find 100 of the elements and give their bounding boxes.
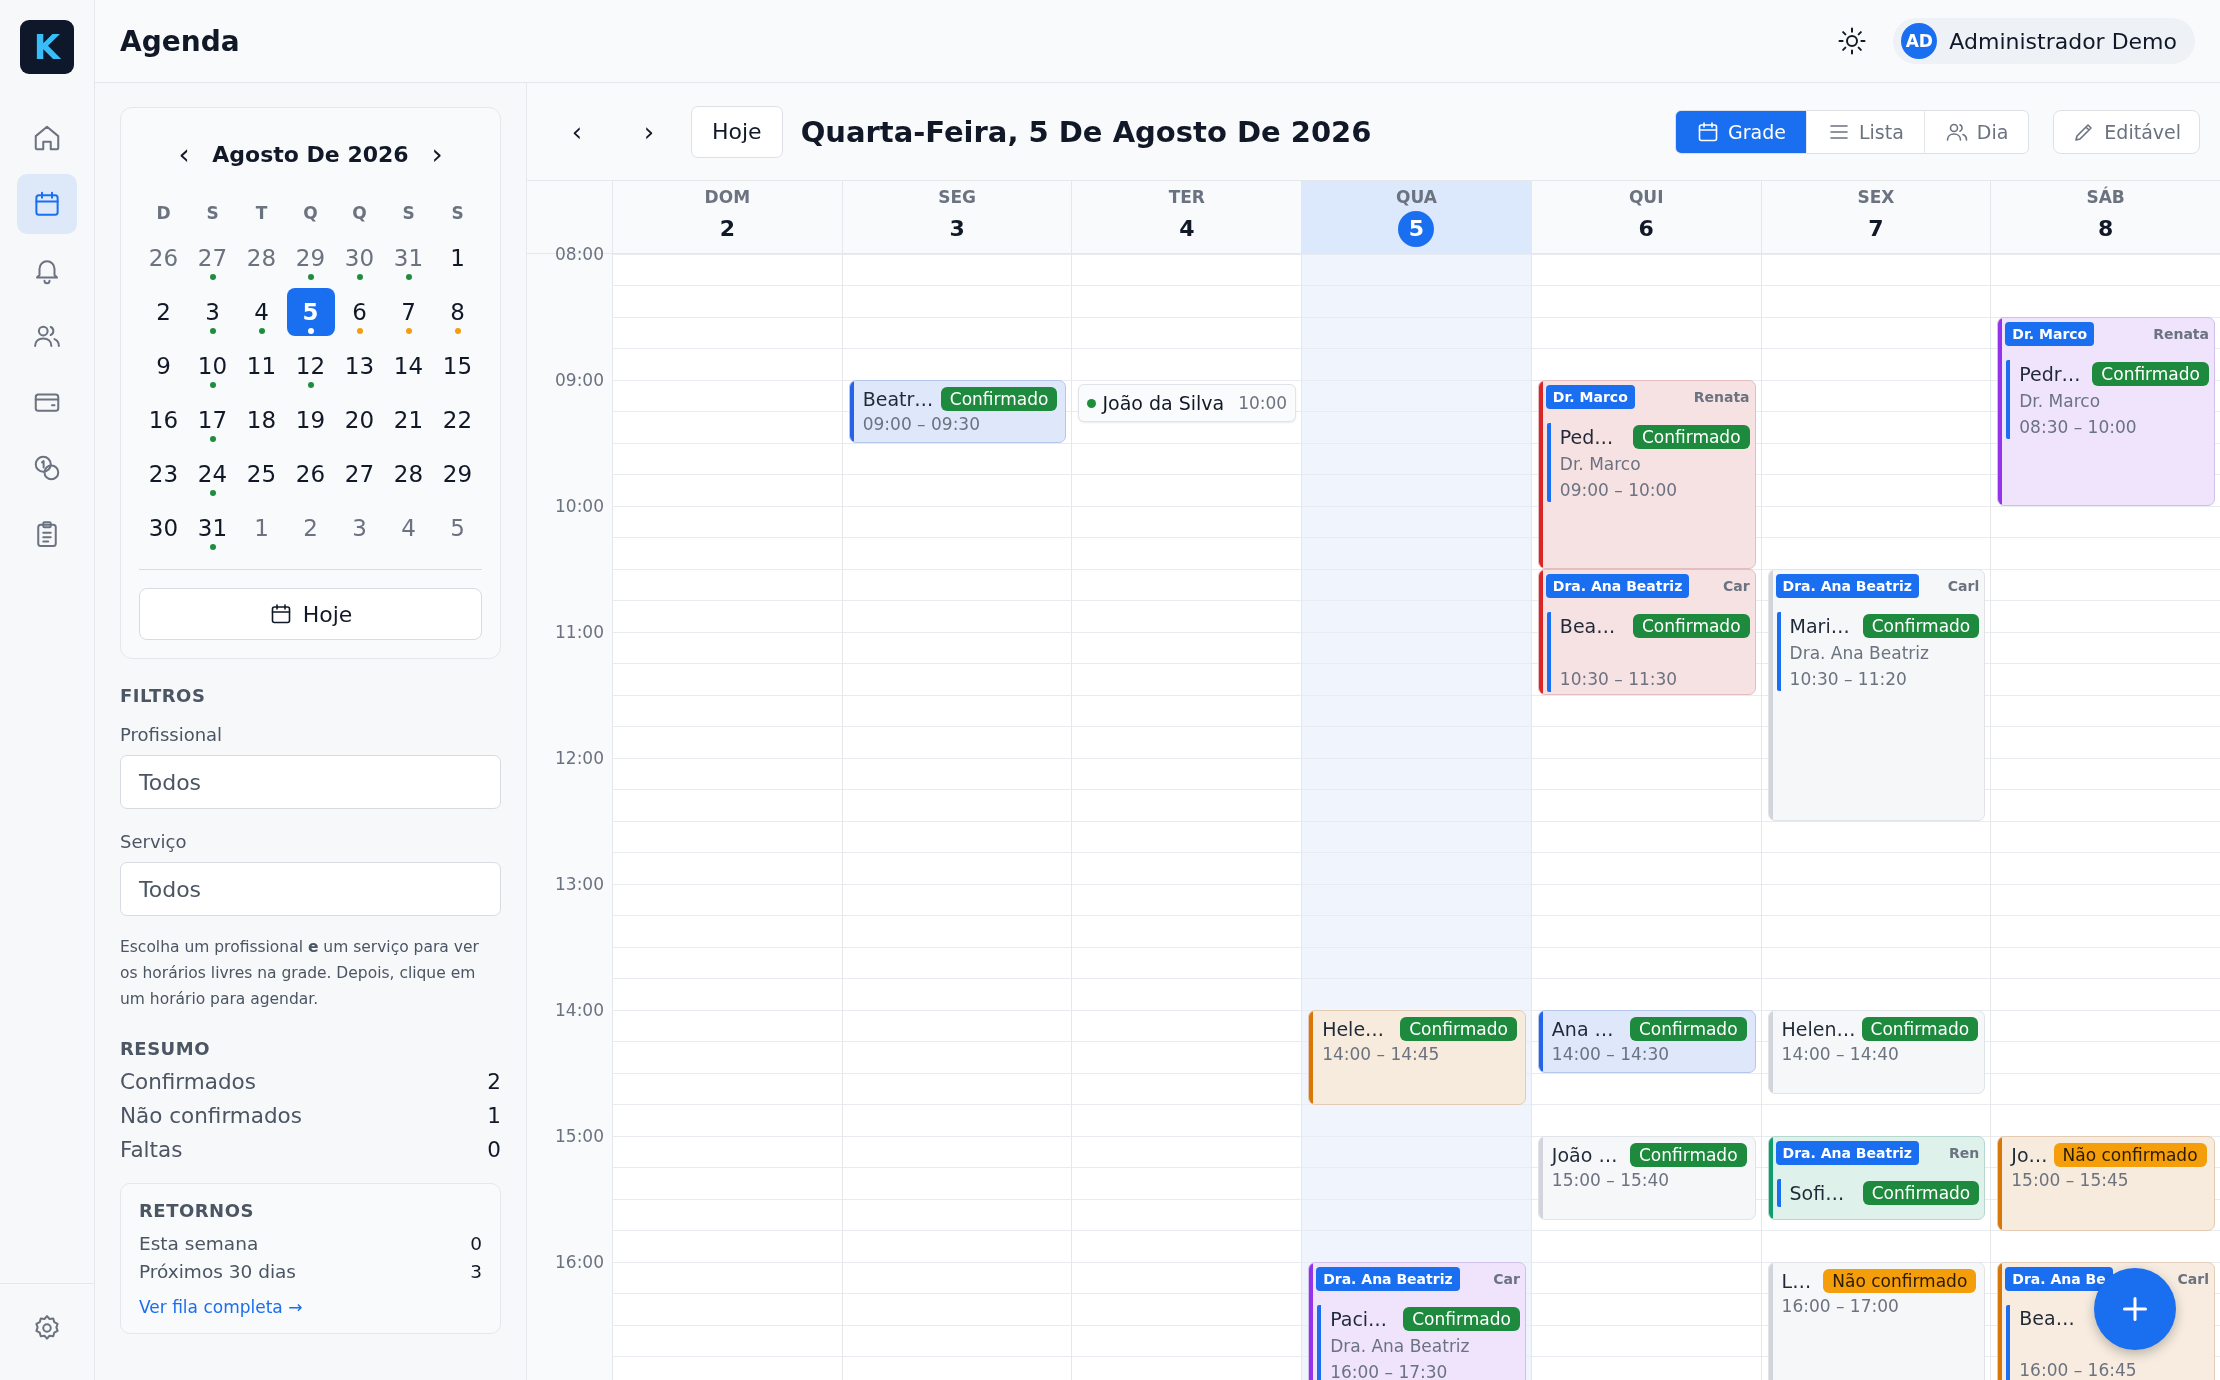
next-button[interactable]: › — [619, 116, 679, 147]
calendar-icon — [32, 189, 62, 219]
event-group-card[interactable]: Dra. Ana Beatriz Car Bea… Confirmado 10:30 – 11:30 — [1537, 569, 1756, 695]
calendar-day[interactable]: 9 — [139, 342, 188, 390]
select-field[interactable]: Todos — [120, 755, 501, 809]
calendar-day[interactable]: 26 — [286, 450, 335, 498]
calendar-day[interactable]: 5 — [286, 288, 335, 336]
queue-link[interactable]: Ver fila completa → — [139, 1297, 303, 1317]
previous-button[interactable]: ‹ — [547, 116, 607, 147]
previous-month-button[interactable]: ‹ — [169, 138, 199, 171]
calendar-day[interactable]: 24 — [188, 450, 237, 498]
calendar-day[interactable]: 29 — [286, 234, 335, 282]
calendar-day[interactable]: 14 — [384, 342, 433, 390]
event-time: 16:00 – 17:00 — [1781, 1297, 1900, 1317]
edit-button[interactable]: Editável — [2053, 109, 2200, 154]
status-badge: Confirmado — [1861, 1017, 1979, 1041]
event-chip[interactable]: João da Silva 10:00 — [1078, 384, 1297, 423]
view-tab[interactable]: Dia — [1923, 110, 2029, 153]
status-badge: Confirmado — [1629, 1143, 1747, 1167]
calendar-day[interactable]: 26 — [139, 234, 188, 282]
hour-label: 12:00 — [555, 748, 604, 768]
calendar-day[interactable]: 23 — [139, 450, 188, 498]
date-title: Quarta-Feira, 5 De Agosto De 2026 — [800, 114, 1372, 149]
returns-label: Próximos 30 dias — [139, 1261, 296, 1282]
calendar-icon — [1696, 119, 1720, 144]
calendar-day[interactable]: 18 — [237, 396, 286, 444]
day-number: 3 — [949, 215, 965, 243]
event-card[interactable]: Beatr… Confirmado 09:00 – 09:30 — [848, 380, 1067, 443]
calendar-day[interactable]: 7 — [384, 288, 433, 336]
event-group-card[interactable]: Dr. Marco Renata Pedr… Confirmado Dr. Marco 08:30 – 10:00 — [1997, 317, 2215, 506]
calendar-day[interactable]: 31 — [188, 504, 237, 552]
event-group-card[interactable]: Dra. Ana Beatriz Ren Sofi… Confirmado — [1767, 1136, 1986, 1220]
status-badge: Não confirmado — [1823, 1269, 1977, 1293]
calendar-day[interactable]: 11 — [237, 342, 286, 390]
event-title: Paci… — [1330, 1308, 1388, 1330]
today-button[interactable]: Hoje — [691, 105, 783, 158]
event-card[interactable]: Helen… Confirmado 14:00 – 14:40 — [1767, 1010, 1986, 1094]
calendar-day[interactable]: 3 — [188, 288, 237, 336]
event-card[interactable]: João … Confirmado 15:00 – 15:40 — [1537, 1136, 1756, 1220]
calendar-day[interactable]: 2 — [139, 288, 188, 336]
view-tab[interactable]: Grade — [1676, 110, 1806, 153]
view-tab[interactable]: Lista — [1805, 110, 1924, 153]
calendar-day[interactable]: 5 — [433, 504, 482, 552]
calendar-day[interactable]: 31 — [384, 234, 433, 282]
day-number: 4 — [1179, 215, 1195, 243]
calendar-day[interactable]: 21 — [384, 396, 433, 444]
status-badge: Confirmado — [1862, 1181, 1980, 1205]
calendar-day[interactable]: 15 — [433, 342, 482, 390]
status-badge: Não confirmado — [2053, 1143, 2207, 1167]
calendar-day[interactable]: 27 — [188, 234, 237, 282]
event-card[interactable]: Hele… Confirmado 14:00 – 14:45 — [1308, 1010, 1526, 1105]
calendar-day[interactable]: 4 — [384, 504, 433, 552]
event-professional: Dr. Marco — [2019, 392, 2102, 412]
calendar-day[interactable]: 27 — [335, 450, 384, 498]
calendar-day[interactable]: 10 — [188, 342, 237, 390]
event-group-card[interactable]: Dr. Marco Renata Ped… Confirmado Dr. Marco 09:00 – 10:00 — [1537, 380, 1756, 569]
calendar-day[interactable]: 29 — [433, 450, 482, 498]
calendar-day[interactable]: 8 — [433, 288, 482, 336]
hour-label: 14:00 — [555, 1000, 604, 1020]
event-title: João … — [1551, 1144, 1618, 1166]
select-field[interactable]: Todos — [120, 862, 501, 916]
returns-value: 0 — [470, 1233, 482, 1254]
calendar-day[interactable]: 30 — [335, 234, 384, 282]
calendar-day[interactable]: 25 — [237, 450, 286, 498]
calendar-day[interactable]: 1 — [433, 234, 482, 282]
calendar-day[interactable]: 16 — [139, 396, 188, 444]
calendar-day[interactable]: 6 — [335, 288, 384, 336]
event-time: 16:00 – 17:30 — [1330, 1362, 1449, 1380]
event-time: 10:30 – 11:20 — [1789, 669, 1908, 690]
calendar-day[interactable]: 12 — [286, 342, 335, 390]
theme-toggle-icon[interactable] — [1837, 26, 1868, 56]
professional-badge: Dra. Ana Be — [2005, 1267, 2113, 1291]
professional-badge: Dra. Ana Beatriz — [1775, 1141, 1919, 1165]
event-group-card[interactable]: Dra. Ana Beatriz Car Paci… Confirmado Dra. Ana Beatriz 16:00 – 17:30 — [1308, 1262, 1526, 1380]
event-title: Ped… — [1559, 426, 1614, 448]
calendar-day[interactable]: 13 — [335, 342, 384, 390]
calendar-day[interactable]: 28 — [237, 234, 286, 282]
weekday-label: Q — [351, 202, 368, 225]
calendar-day[interactable]: 1 — [237, 504, 286, 552]
calendar-day[interactable]: 22 — [433, 396, 482, 444]
calendar-day[interactable]: 17 — [188, 396, 237, 444]
coins-icon — [32, 453, 62, 483]
user-menu[interactable]: AD Administrador Demo — [1893, 18, 2195, 64]
event-card[interactable]: Jo… Não confirmado 15:00 – 15:45 — [1997, 1136, 2215, 1231]
today-button[interactable]: Hoje — [139, 588, 482, 640]
calendar-day[interactable]: 2 — [286, 504, 335, 552]
weekday-name: TER — [1168, 187, 1205, 207]
event-card[interactable]: L… Não confirmado 16:00 – 17:00 — [1767, 1262, 1986, 1380]
event-group-card[interactable]: Dra. Ana Beatriz Carl Mari… Confirmado Dra. Ana Beatriz 10:30 – 11:20 — [1767, 569, 1986, 821]
calendar-day[interactable]: 4 — [237, 288, 286, 336]
status-badge: Confirmado — [1400, 1017, 1517, 1041]
calendar-day[interactable]: 28 — [384, 450, 433, 498]
calendar-day[interactable]: 30 — [139, 504, 188, 552]
next-month-button[interactable]: › — [422, 138, 452, 171]
nav-button[interactable] — [17, 174, 77, 234]
calendar-day[interactable]: 20 — [335, 396, 384, 444]
event-card[interactable]: Ana … Confirmado 14:00 – 14:30 — [1537, 1010, 1756, 1073]
hour-label: 09:00 — [555, 370, 604, 390]
calendar-day[interactable]: 3 — [335, 504, 384, 552]
calendar-day[interactable]: 19 — [286, 396, 335, 444]
